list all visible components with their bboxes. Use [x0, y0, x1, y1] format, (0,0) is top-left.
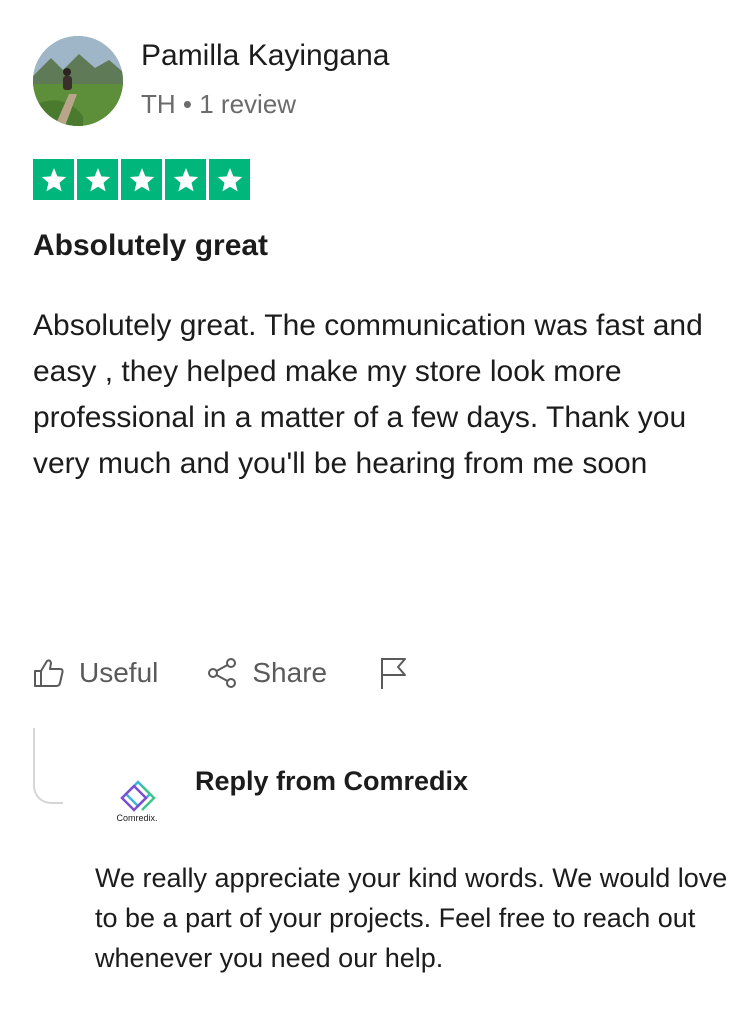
star-rating	[33, 159, 250, 200]
star-icon	[129, 167, 154, 191]
company-logo-text: Comredix.	[116, 813, 158, 823]
star-box	[209, 159, 250, 200]
share-button[interactable]: Share	[206, 657, 327, 689]
avatar-photo	[33, 36, 123, 126]
star-box	[165, 159, 206, 200]
share-label: Share	[252, 657, 328, 688]
flag-icon	[381, 658, 407, 689]
report-button[interactable]	[379, 656, 423, 690]
avatar[interactable]	[33, 36, 123, 126]
thumbs-up-icon	[34, 659, 64, 687]
review-actions: Useful Share	[33, 650, 423, 696]
star-icon	[173, 167, 198, 191]
reviewer-review-count: 1 review	[199, 89, 297, 119]
reviewer-country: TH	[141, 89, 176, 119]
reviewer-name[interactable]: Pamilla Kayingana	[141, 38, 389, 74]
share-icon	[208, 658, 237, 688]
reply-title: Reply from Comredix	[195, 766, 469, 796]
star-box	[33, 159, 74, 200]
star-box	[121, 159, 162, 200]
star-icon	[217, 167, 242, 191]
meta-separator: •	[182, 89, 193, 119]
review-body: Absolutely great. The communication was …	[33, 309, 703, 480]
review-title: Absolutely great	[33, 229, 269, 262]
reply-connector	[33, 728, 63, 804]
star-icon	[41, 167, 66, 191]
useful-button[interactable]: Useful	[33, 657, 158, 689]
reply-body: We really appreciate your kind words. We…	[95, 863, 728, 973]
star-icon	[85, 167, 110, 191]
reviewer-meta: TH • 1 review	[141, 88, 296, 120]
useful-label: Useful	[79, 657, 159, 688]
star-box	[77, 159, 118, 200]
comredix-logo-icon	[120, 780, 156, 812]
